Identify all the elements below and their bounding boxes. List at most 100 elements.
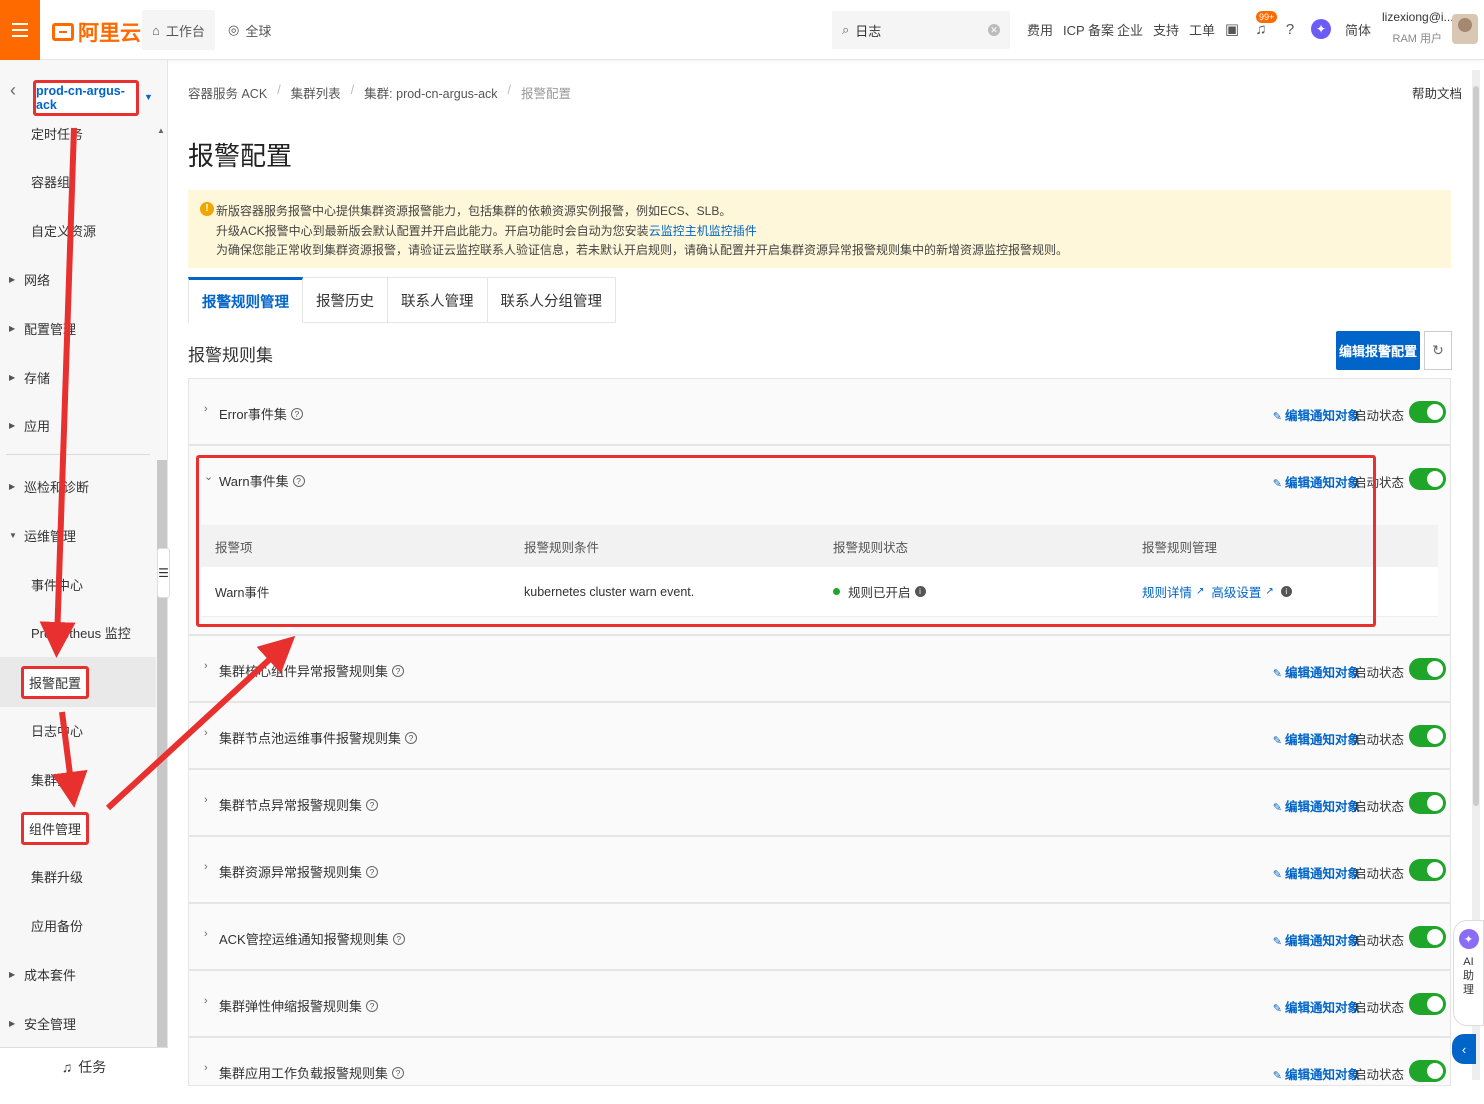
help-icon[interactable]: ?: [366, 999, 379, 1012]
sidebar-item-topology[interactable]: 集群拓扑: [0, 759, 156, 799]
enable-toggle[interactable]: [1409, 926, 1446, 948]
top-link-ticket[interactable]: 工单: [1189, 20, 1215, 39]
ruleset-header[interactable]: › ACK管控运维通知报警规则集? ✎ 编辑通知对象 启动状态: [189, 904, 1450, 970]
help-icon[interactable]: ?: [366, 865, 379, 878]
chevron-right-icon[interactable]: ›: [204, 995, 208, 1007]
chevron-right-icon[interactable]: ›: [204, 403, 208, 415]
region-selector[interactable]: ◎ 全球: [218, 10, 281, 50]
ruleset-header[interactable]: › 集群核心组件异常报警规则集? ✎ 编辑通知对象 启动状态: [189, 636, 1450, 702]
enable-toggle[interactable]: [1409, 725, 1446, 747]
ruleset-header[interactable]: › 集群节点异常报警规则集? ✎ 编辑通知对象 启动状态: [189, 770, 1450, 836]
tab-contact-groups[interactable]: 联系人分组管理: [487, 277, 616, 323]
info-icon[interactable]: i: [914, 586, 926, 597]
chevron-right-icon[interactable]: ›: [204, 794, 208, 806]
sidebar-item-ops[interactable]: ▼ 运维管理: [0, 515, 156, 555]
tab-alert-history[interactable]: 报警历史: [303, 277, 388, 323]
chevron-right-icon[interactable]: ›: [204, 660, 208, 672]
aliyun-logo[interactable]: 阿里云: [52, 17, 141, 47]
edit-notify-link[interactable]: ✎ 编辑通知对象: [1273, 997, 1360, 1016]
monitor-plugin-link[interactable]: 云监控主机监控插件: [649, 224, 757, 238]
edit-notify-link[interactable]: ✎ 编辑通知对象: [1273, 729, 1360, 748]
help-icon[interactable]: ?: [392, 932, 405, 945]
chevron-left-icon[interactable]: ‹: [1452, 1034, 1476, 1064]
advanced-settings-link[interactable]: 高级设置: [1211, 582, 1261, 601]
top-link-support[interactable]: 支持: [1153, 20, 1179, 39]
edit-notify-link[interactable]: ✎ 编辑通知对象: [1273, 863, 1360, 882]
sidebar-item-cost[interactable]: ▶ 成本套件: [0, 954, 156, 994]
help-icon[interactable]: ?: [292, 474, 305, 487]
sidebar-item-alert-config[interactable]: 报警配置: [0, 657, 156, 707]
edit-notify-link[interactable]: ✎ 编辑通知对象: [1273, 662, 1360, 681]
top-link-enterprise[interactable]: 企业: [1117, 20, 1143, 39]
enable-toggle[interactable]: [1409, 658, 1446, 680]
clear-search-icon[interactable]: ✕: [988, 24, 1000, 36]
ruleset-header[interactable]: › 集群弹性伸缩报警规则集? ✎ 编辑通知对象 启动状态: [189, 971, 1450, 1037]
cluster-selector[interactable]: prod-cn-argus-ack: [33, 80, 139, 116]
sidebar-item-addons[interactable]: 组件管理: [0, 808, 156, 848]
chevron-right-icon[interactable]: ›: [204, 727, 208, 739]
top-link-fees[interactable]: 费用: [1027, 20, 1053, 39]
tab-rule-management[interactable]: 报警规则管理: [188, 277, 303, 323]
breadcrumb-item[interactable]: 集群: prod-cn-argus-ack: [364, 83, 497, 102]
search-input[interactable]: [855, 22, 982, 38]
ruleset-header[interactable]: › 集群节点池运维事件报警规则集? ✎ 编辑通知对象 启动状态: [189, 703, 1450, 769]
sidebar-item-cronjobs[interactable]: 定时任务: [0, 113, 156, 153]
user-menu[interactable]: lizexiong@i... RAM 用户: [1382, 10, 1454, 46]
enable-toggle[interactable]: [1409, 859, 1446, 881]
ruleset-header[interactable]: ⌄ Warn事件集? ✎ 编辑通知对象 启动状态: [189, 446, 1450, 512]
breadcrumb-item[interactable]: 容器服务 ACK: [188, 83, 267, 102]
edit-notify-link[interactable]: ✎ 编辑通知对象: [1273, 1064, 1360, 1083]
enable-toggle[interactable]: [1409, 1060, 1446, 1082]
enable-toggle[interactable]: [1409, 468, 1446, 490]
enable-toggle[interactable]: [1409, 993, 1446, 1015]
edit-alert-config-button[interactable]: 编辑报警配置: [1336, 331, 1420, 370]
sidebar-item-backup[interactable]: 应用备份: [0, 905, 156, 945]
refresh-icon[interactable]: ↻: [1424, 331, 1452, 370]
rule-detail-link[interactable]: 规则详情: [1142, 582, 1192, 601]
scroll-up-icon[interactable]: ▲: [157, 126, 165, 135]
edit-notify-link[interactable]: ✎ 编辑通知对象: [1273, 796, 1360, 815]
caret-down-icon[interactable]: ▼: [144, 92, 153, 102]
help-icon[interactable]: ?: [392, 1066, 405, 1079]
edit-notify-link[interactable]: ✎ 编辑通知对象: [1273, 405, 1360, 424]
breadcrumb-item[interactable]: 集群列表: [291, 83, 341, 102]
sidebar-item-apps[interactable]: ▶ 应用: [0, 405, 156, 445]
ruleset-header[interactable]: › 集群应用工作负载报警规则集? ✎ 编辑通知对象 启动状态: [189, 1038, 1450, 1104]
sidebar-item-security[interactable]: ▶ 安全管理: [0, 1003, 156, 1043]
edit-notify-link[interactable]: ✎ 编辑通知对象: [1273, 472, 1360, 491]
sidebar-item-storage[interactable]: ▶ 存储: [0, 357, 156, 397]
sidebar-item-custom-resources[interactable]: 自定义资源: [0, 210, 156, 250]
help-icon[interactable]: ?: [392, 664, 405, 677]
help-icon[interactable]: ?: [366, 798, 379, 811]
help-icon[interactable]: ?: [290, 407, 303, 420]
sidebar-item-pods[interactable]: 容器组: [0, 161, 156, 201]
enable-toggle[interactable]: [1409, 792, 1446, 814]
hamburger-menu-icon[interactable]: [0, 0, 40, 60]
info-icon[interactable]: i: [1280, 586, 1292, 597]
enable-toggle[interactable]: [1409, 401, 1446, 423]
ruleset-header[interactable]: › 集群资源异常报警规则集? ✎ 编辑通知对象 启动状态: [189, 837, 1450, 903]
language-switch[interactable]: 简体: [1345, 20, 1371, 39]
sidebar-item-prometheus[interactable]: Prometheus 监控: [0, 612, 156, 652]
chevron-right-icon[interactable]: ›: [204, 861, 208, 873]
avatar[interactable]: [1452, 14, 1478, 44]
sidebar-item-log-center[interactable]: 日志中心: [0, 710, 156, 750]
ruleset-header[interactable]: › Error事件集? ✎ 编辑通知对象 启动状态: [189, 379, 1450, 445]
task-button[interactable]: ♫ 任务: [0, 1047, 168, 1086]
top-link-icp[interactable]: ICP 备案: [1063, 20, 1114, 39]
chevron-down-icon[interactable]: ⌄: [204, 470, 213, 483]
help-icon[interactable]: ?: [1280, 19, 1300, 39]
edit-notify-link[interactable]: ✎ 编辑通知对象: [1273, 930, 1360, 949]
sidebar-item-config[interactable]: ▶ 配置管理: [0, 308, 156, 348]
ai-assistant-float[interactable]: ✦ AI助理: [1453, 920, 1484, 1026]
terminal-icon[interactable]: ▣: [1222, 19, 1242, 39]
page-scrollbar-thumb[interactable]: [1473, 86, 1479, 806]
help-icon[interactable]: ?: [405, 731, 418, 744]
back-chevron-icon[interactable]: ‹: [10, 80, 16, 101]
workbench-button[interactable]: ⌂ 工作台: [142, 10, 215, 50]
chevron-right-icon[interactable]: ›: [204, 1062, 208, 1074]
ai-assistant-icon[interactable]: ✦: [1311, 19, 1331, 39]
sidebar-item-network[interactable]: ▶ 网络: [0, 259, 156, 299]
search-box[interactable]: ⌕ ✕: [832, 11, 1010, 49]
sidebar-item-event-center[interactable]: 事件中心: [0, 564, 156, 604]
